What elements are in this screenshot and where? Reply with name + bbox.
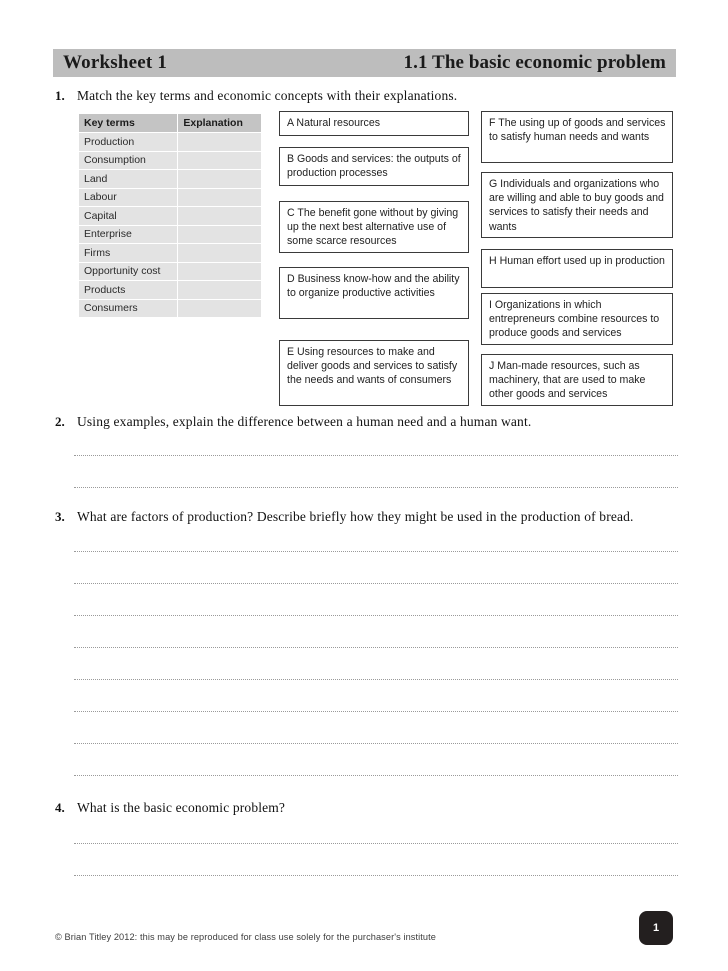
- page-number-badge: 1: [639, 911, 673, 945]
- answer-line[interactable]: [74, 647, 678, 648]
- question-1-number: 1.: [55, 88, 65, 103]
- key-term-cell: Production: [77, 132, 179, 152]
- question-2-number: 2.: [55, 414, 65, 429]
- key-term-cell: Opportunity cost: [77, 261, 179, 281]
- key-term-cell: Capital: [77, 206, 179, 226]
- page-header-band: Worksheet 1 1.1 The basic economic probl…: [53, 49, 676, 77]
- explanation-answer-cell[interactable]: [177, 298, 262, 318]
- question-1: 1. Match the key terms and economic conc…: [55, 88, 457, 104]
- table-row: Products: [77, 280, 262, 300]
- answer-line[interactable]: [74, 843, 678, 844]
- key-term-cell: Labour: [77, 187, 179, 207]
- answer-line[interactable]: [74, 551, 678, 552]
- table-row: Land: [77, 169, 262, 189]
- concept-box-g: G Individuals and organizations who are …: [481, 172, 673, 238]
- answer-line[interactable]: [74, 875, 678, 876]
- question-4-number: 4.: [55, 800, 65, 815]
- question-2: 2. Using examples, explain the differenc…: [55, 414, 531, 430]
- answer-line[interactable]: [74, 679, 678, 680]
- concept-box-j: J Man-made resources, such as machinery,…: [481, 354, 673, 406]
- table-row: Opportunity cost: [77, 261, 262, 281]
- answer-line[interactable]: [74, 615, 678, 616]
- explanation-answer-cell[interactable]: [177, 150, 262, 170]
- explanation-answer-cell[interactable]: [177, 243, 262, 263]
- table-row: Consumers: [77, 298, 262, 318]
- concept-box-e: E Using resources to make and deliver go…: [279, 340, 469, 406]
- explanation-answer-cell[interactable]: [177, 261, 262, 281]
- concept-box-f: F The using up of goods and services to …: [481, 111, 673, 163]
- answer-line[interactable]: [74, 775, 678, 776]
- table-header-row: Key terms Explanation: [77, 113, 262, 133]
- answer-line[interactable]: [74, 455, 678, 456]
- question-3-text: What are factors of production? Describe…: [77, 509, 634, 524]
- question-1-text: Match the key terms and economic concept…: [77, 88, 458, 103]
- key-terms-table: Key terms Explanation Production Consump…: [77, 113, 262, 318]
- explanation-answer-cell[interactable]: [177, 187, 262, 207]
- question-2-text: Using examples, explain the difference b…: [77, 414, 532, 429]
- answer-line[interactable]: [74, 487, 678, 488]
- concept-box-i: I Organizations in which entrepreneurs c…: [481, 293, 673, 345]
- explanation-answer-cell[interactable]: [177, 132, 262, 152]
- key-term-cell: Products: [77, 280, 179, 300]
- copyright-notice: © Brian Titley 2012: this may be reprodu…: [55, 932, 437, 942]
- table-row: Consumption: [77, 150, 262, 170]
- column-header-key-terms: Key terms: [77, 113, 179, 133]
- answer-line[interactable]: [74, 743, 678, 744]
- column-header-explanation: Explanation: [177, 113, 262, 133]
- answer-line[interactable]: [74, 711, 678, 712]
- topic-title: 1.1 The basic economic problem: [403, 52, 666, 73]
- table-row: Labour: [77, 187, 262, 207]
- concept-box-d: D Business know-how and the ability to o…: [279, 267, 469, 319]
- concept-box-c: C The benefit gone without by giving up …: [279, 201, 469, 253]
- concept-box-h: H Human effort used up in production: [481, 249, 673, 288]
- worksheet-title: Worksheet 1: [63, 52, 168, 73]
- explanation-answer-cell[interactable]: [177, 224, 262, 244]
- question-3: 3. What are factors of production? Descr…: [55, 509, 634, 525]
- key-term-cell: Enterprise: [77, 224, 179, 244]
- key-term-cell: Firms: [77, 243, 179, 263]
- table-row: Capital: [77, 206, 262, 226]
- explanation-answer-cell[interactable]: [177, 280, 262, 300]
- question-4: 4. What is the basic economic problem?: [55, 800, 285, 816]
- table-row: Production: [77, 132, 262, 152]
- question-4-text: What is the basic economic problem?: [77, 800, 286, 815]
- key-term-cell: Consumption: [77, 150, 179, 170]
- concept-box-b: B Goods and services: the outputs of pro…: [279, 147, 469, 186]
- explanation-answer-cell[interactable]: [177, 206, 262, 226]
- table-row: Enterprise: [77, 224, 262, 244]
- table-row: Firms: [77, 243, 262, 263]
- answer-line[interactable]: [74, 583, 678, 584]
- explanation-answer-cell[interactable]: [177, 169, 262, 189]
- key-term-cell: Land: [77, 169, 179, 189]
- question-3-number: 3.: [55, 509, 65, 524]
- key-term-cell: Consumers: [77, 298, 179, 318]
- concept-box-a: A Natural resources: [279, 111, 469, 136]
- worksheet-page: Worksheet 1 1.1 The basic economic probl…: [0, 0, 728, 971]
